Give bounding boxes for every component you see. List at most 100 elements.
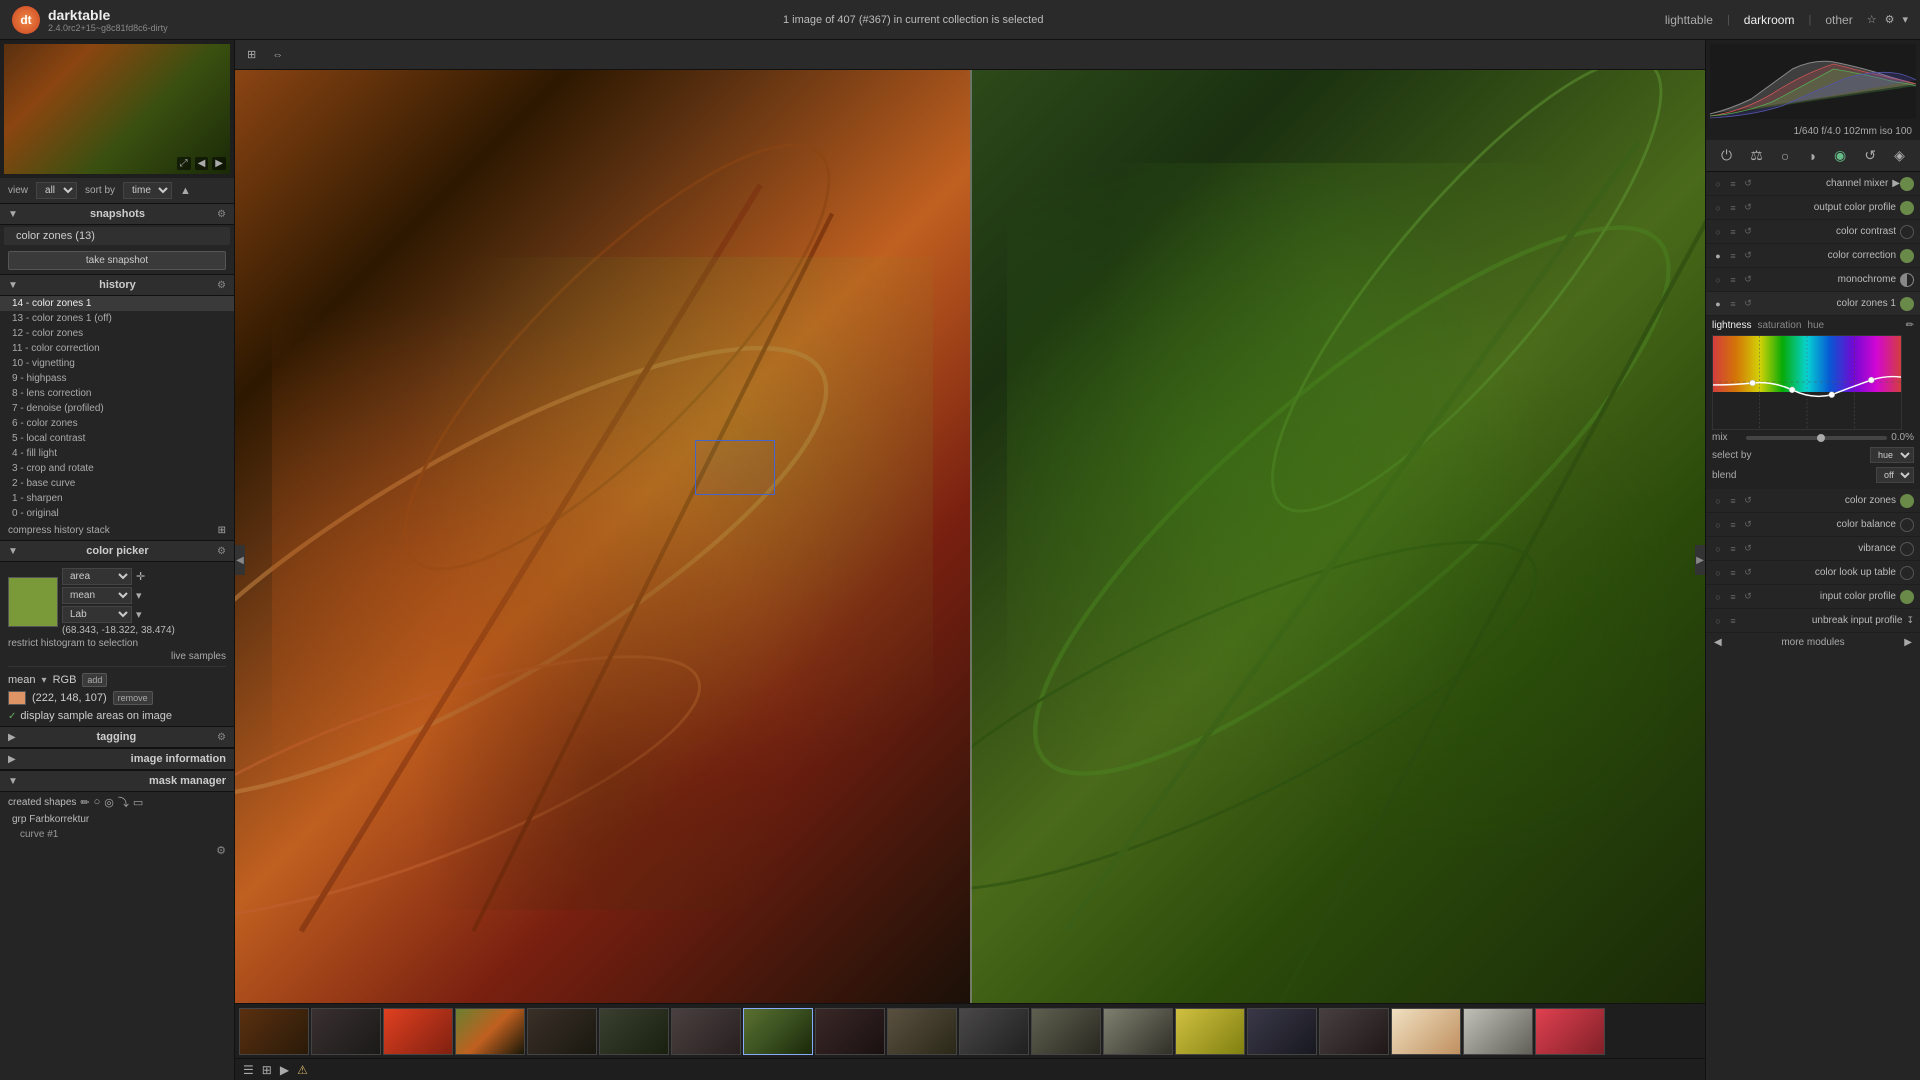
filmstrip-thumb-18[interactable] — [1535, 1008, 1605, 1055]
lab-down-icon[interactable]: ▾ — [136, 608, 142, 621]
module-enable-color-zones-1[interactable]: ● — [1712, 298, 1724, 310]
module-enable-color-balance[interactable]: ○ — [1712, 519, 1724, 531]
filmstrip-thumb-5[interactable] — [599, 1008, 669, 1055]
history-item-4[interactable]: 4 - fill light — [0, 446, 234, 461]
module-params-color-zones[interactable]: ≡ — [1727, 495, 1739, 507]
nav-lighttable[interactable]: lighttable — [1659, 11, 1719, 29]
module-reset-vibrance[interactable]: ↺ — [1742, 543, 1754, 555]
module-reset-channel-mixer[interactable]: ↺ — [1742, 178, 1754, 190]
module-params-unbreak-input[interactable]: ≡ — [1727, 615, 1739, 627]
filmstrip-thumb-3[interactable] — [455, 1008, 525, 1055]
add-sample-button[interactable]: add — [82, 673, 107, 687]
module-enable-color-lut[interactable]: ○ — [1712, 567, 1724, 579]
module-reset-input-color[interactable]: ↺ — [1742, 591, 1754, 603]
color-icon[interactable]: ◉ — [1831, 144, 1849, 167]
module-enable-color-zones[interactable]: ○ — [1712, 495, 1724, 507]
mask-item-grp[interactable]: grp Farbkorrektur — [0, 812, 234, 827]
module-status-color-zones[interactable] — [1900, 494, 1914, 508]
module-params-monochrome[interactable]: ≡ — [1727, 274, 1739, 286]
module-enable-vibrance[interactable]: ○ — [1712, 543, 1724, 555]
module-params-output-color[interactable]: ≡ — [1727, 202, 1739, 214]
star-icon[interactable]: ☆ — [1867, 13, 1877, 26]
module-enable-input-color[interactable]: ○ — [1712, 591, 1724, 603]
area-select[interactable]: area — [62, 568, 132, 585]
mix-slider[interactable] — [1746, 436, 1887, 440]
mask-settings-icon[interactable]: ⚙ — [216, 844, 226, 857]
module-params-channel-mixer[interactable]: ≡ — [1727, 178, 1739, 190]
history-item-9[interactable]: 9 - highpass — [0, 371, 234, 386]
tagging-section-header[interactable]: ▶ tagging ⚙ — [0, 726, 234, 748]
history-item-6[interactable]: 6 - color zones — [0, 416, 234, 431]
filmstrip-thumb-9[interactable] — [887, 1008, 957, 1055]
history-item-11[interactable]: 11 - color correction — [0, 341, 234, 356]
filmstrip-warning-icon[interactable]: ⚠ — [297, 1063, 308, 1077]
node-icon[interactable]: ◎ — [104, 796, 114, 809]
module-enable-color-contrast[interactable]: ○ — [1712, 226, 1724, 238]
zoom-fit-icon[interactable]: ⤢ — [177, 157, 191, 170]
history-section-header[interactable]: ▼ history ⚙ — [0, 274, 234, 296]
module-status-output-color[interactable] — [1900, 201, 1914, 215]
module-status-color-correction[interactable] — [1900, 249, 1914, 263]
module-enable-output-color[interactable]: ○ — [1712, 202, 1724, 214]
module-status-input-color[interactable] — [1900, 590, 1914, 604]
sort-dir-icon[interactable]: ▲ — [180, 185, 191, 197]
filmstrip-thumb-12[interactable] — [1103, 1008, 1173, 1055]
gear-icon[interactable]: ⚙ — [1885, 13, 1895, 26]
module-special-icon-unbreak[interactable]: ↧ — [1906, 615, 1914, 626]
snapshots-section-header[interactable]: ▼ snapshots ⚙ — [0, 203, 234, 225]
delete-shape-icon[interactable]: ▭ — [133, 796, 143, 809]
tagging-config-icon[interactable]: ⚙ — [217, 732, 226, 743]
module-status-vibrance[interactable] — [1900, 542, 1914, 556]
module-params-color-zones-1[interactable]: ≡ — [1727, 298, 1739, 310]
module-reset-monochrome[interactable]: ↺ — [1742, 274, 1754, 286]
module-params-input-color[interactable]: ≡ — [1727, 591, 1739, 603]
thumb-prev-icon[interactable]: ◀ — [195, 157, 209, 170]
image-info-section-header[interactable]: ▶ image information — [0, 748, 234, 770]
sort-select[interactable]: time — [123, 182, 172, 199]
history-item-0[interactable]: 0 - original — [0, 506, 234, 521]
module-status-color-lut[interactable] — [1900, 566, 1914, 580]
filmstrip-thumb-7[interactable] — [743, 1008, 813, 1055]
module-reset-color-correction[interactable]: ↺ — [1742, 250, 1754, 262]
history-item-5[interactable]: 5 - local contrast — [0, 431, 234, 446]
remove-sample-button[interactable]: remove — [113, 691, 153, 705]
history-item-10[interactable]: 10 - vignetting — [0, 356, 234, 371]
module-reset-color-contrast[interactable]: ↺ — [1742, 226, 1754, 238]
filmstrip-play-icon[interactable]: ▶ — [280, 1063, 289, 1077]
path-icon[interactable]: ⤵ — [118, 794, 129, 810]
color-picker-section-header[interactable]: ▼ color picker ⚙ — [0, 540, 234, 562]
filmstrip-thumb-2[interactable] — [383, 1008, 453, 1055]
compare-divider[interactable] — [970, 70, 972, 1003]
module-enable-monochrome[interactable]: ○ — [1712, 274, 1724, 286]
filmstrip-thumb-14[interactable] — [1247, 1008, 1317, 1055]
compare-icon[interactable]: ⇔ — [268, 47, 287, 63]
edit-shape-icon[interactable]: ✏ — [80, 796, 89, 809]
colorspace-select[interactable]: Lab — [62, 606, 132, 623]
compress-history-button[interactable]: compress history stack ⊞ — [0, 521, 234, 540]
filmstrip-zoom-icon[interactable]: ⊞ — [262, 1063, 272, 1077]
history-item-2[interactable]: 2 - base curve — [0, 476, 234, 491]
filmstrip-thumb-6[interactable] — [671, 1008, 741, 1055]
cz-edit-icon[interactable]: ✏ — [1906, 320, 1914, 331]
module-reset-color-lut[interactable]: ↺ — [1742, 567, 1754, 579]
mask-subitem-curve[interactable]: curve #1 — [0, 827, 234, 842]
circle-icon[interactable]: ○ — [1778, 145, 1792, 167]
live-samples-button[interactable]: live samples — [8, 651, 226, 662]
thumb-next-icon[interactable]: ▶ — [212, 157, 226, 170]
module-status-channel-mixer[interactable] — [1900, 177, 1914, 191]
module-enable-channel-mixer[interactable]: ○ — [1712, 178, 1724, 190]
blend-select[interactable]: off — [1876, 467, 1914, 483]
balance-icon[interactable]: ⚖ — [1747, 144, 1766, 167]
filmstrip-thumb-16[interactable] — [1391, 1008, 1461, 1055]
module-enable-unbreak-input[interactable]: ○ — [1712, 615, 1724, 627]
history-item-8[interactable]: 8 - lens correction — [0, 386, 234, 401]
module-reset-color-balance[interactable]: ↺ — [1742, 519, 1754, 531]
nav-darkroom[interactable]: darkroom — [1738, 11, 1801, 29]
filmstrip-thumb-10[interactable] — [959, 1008, 1029, 1055]
grid-view-icon[interactable]: ⊞ — [243, 46, 260, 63]
snapshots-config-icon[interactable]: ⚙ — [217, 209, 226, 220]
cz-tab-hue[interactable]: hue — [1807, 320, 1824, 331]
chevron-down-icon[interactable]: ▾ — [1902, 13, 1908, 26]
filmstrip-thumb-17[interactable] — [1463, 1008, 1533, 1055]
cz-grid[interactable] — [1712, 335, 1902, 430]
